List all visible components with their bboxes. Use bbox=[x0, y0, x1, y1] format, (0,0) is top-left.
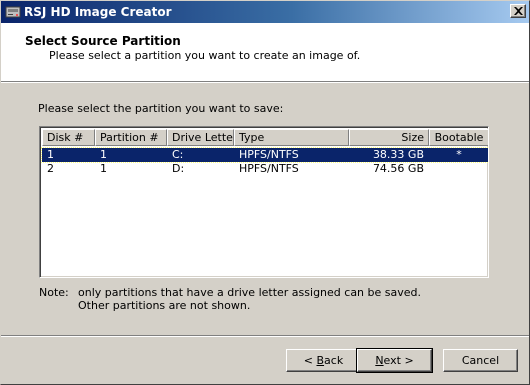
footer-divider bbox=[1, 335, 529, 337]
title-bar[interactable]: RSJ HD Image Creator bbox=[1, 1, 529, 23]
back-label-post: ack bbox=[324, 353, 344, 367]
cancel-button[interactable]: Cancel bbox=[443, 349, 518, 372]
note-line-2: Other partitions are not shown. bbox=[78, 299, 251, 312]
header-divider bbox=[1, 81, 529, 83]
window-title: RSJ HD Image Creator bbox=[24, 5, 172, 19]
table-row[interactable]: 1 1 C: HPFS/NTFS 38.33 GB * bbox=[41, 147, 488, 163]
next-label-mnemonic: N bbox=[375, 353, 384, 367]
cell-partition: 1 bbox=[100, 148, 107, 161]
next-button[interactable]: Next > bbox=[356, 348, 433, 373]
cell-bootable: * bbox=[456, 148, 462, 161]
cell-partition: 1 bbox=[100, 162, 107, 175]
partition-list[interactable]: Disk # Partition # Drive Letter Type Siz… bbox=[39, 126, 489, 278]
close-icon bbox=[514, 7, 523, 15]
partition-prompt: Please select the partition you want to … bbox=[38, 102, 284, 115]
column-size[interactable]: Size bbox=[349, 129, 429, 146]
list-header: Disk # Partition # Drive Letter Type Siz… bbox=[42, 129, 488, 146]
column-bootable[interactable]: Bootable bbox=[429, 129, 488, 146]
cell-disk: 1 bbox=[47, 148, 54, 161]
wizard-window: RSJ HD Image Creator Select Source Parti… bbox=[0, 0, 530, 385]
cell-drive-letter: C: bbox=[172, 148, 184, 161]
note-line-1: only partitions that have a drive letter… bbox=[78, 286, 421, 299]
back-button[interactable]: < Back bbox=[286, 349, 361, 372]
column-disk[interactable]: Disk # bbox=[42, 129, 95, 146]
cell-bootable bbox=[429, 162, 488, 176]
wizard-header: Select Source Partition Please select a … bbox=[1, 23, 529, 81]
cell-type: HPFS/NTFS bbox=[239, 162, 299, 175]
column-partition[interactable]: Partition # bbox=[95, 129, 167, 146]
close-button[interactable] bbox=[510, 4, 526, 18]
back-label-pre: < bbox=[303, 353, 317, 367]
cell-size: 38.33 GB bbox=[372, 148, 424, 161]
disk-image-icon bbox=[5, 4, 21, 20]
page-subtitle: Please select a partition you want to cr… bbox=[49, 49, 361, 62]
table-row[interactable]: 2 1 D: HPFS/NTFS 74.56 GB bbox=[42, 162, 488, 176]
next-label-post: ext > bbox=[383, 353, 414, 367]
cell-drive-letter: D: bbox=[172, 162, 185, 175]
column-type[interactable]: Type bbox=[234, 129, 349, 146]
column-drive-letter[interactable]: Drive Letter bbox=[167, 129, 234, 146]
cell-disk: 2 bbox=[47, 162, 54, 175]
cell-size: 74.56 GB bbox=[372, 162, 424, 175]
page-title: Select Source Partition bbox=[25, 34, 181, 48]
back-label-mnemonic: B bbox=[316, 353, 325, 367]
note-label: Note: bbox=[39, 286, 69, 299]
cell-type: HPFS/NTFS bbox=[239, 148, 299, 161]
